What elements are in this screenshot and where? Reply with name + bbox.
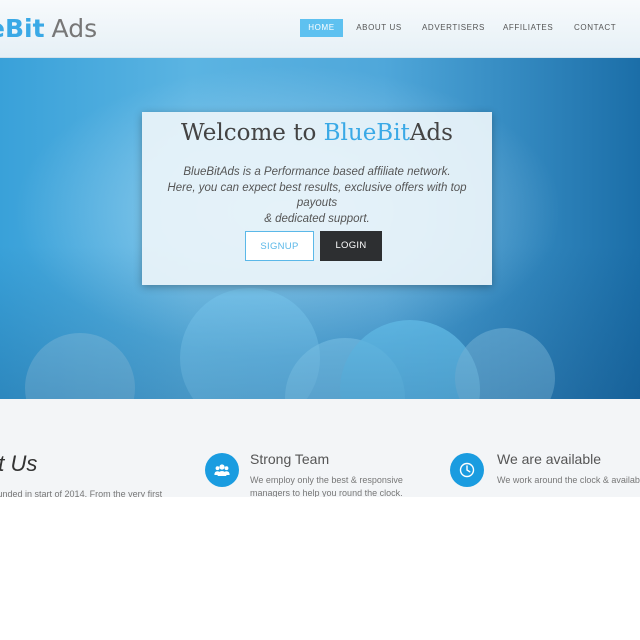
login-button[interactable]: LOGIN	[320, 231, 382, 261]
logo-gray-text: Ads	[51, 14, 98, 43]
nav-about-us[interactable]: ABOUT US	[355, 19, 403, 37]
about-heading: ut Us	[0, 451, 38, 476]
empty-area	[0, 497, 640, 640]
team-icon	[205, 453, 239, 487]
features-section: ut Us founded in start of 2014. From the…	[0, 399, 640, 497]
clock-icon	[450, 453, 484, 487]
welcome-card: Welcome to BlueBitAds BlueBitAds is a Pe…	[142, 112, 492, 285]
feature-text-available: We work around the clock & availab 24x7 …	[497, 475, 640, 485]
welcome-text-line: BlueBitAds is a Performance based affili…	[183, 166, 451, 178]
signup-button[interactable]: SIGNUP	[245, 231, 314, 261]
site-logo[interactable]: eBitAds	[0, 14, 97, 43]
hero-banner: Welcome to BlueBitAds BlueBitAds is a Pe…	[0, 58, 640, 399]
welcome-description: BlueBitAds is a Performance based affili…	[152, 165, 482, 227]
nav-home[interactable]: HOME	[300, 19, 343, 37]
welcome-title-suffix: Ads	[409, 120, 453, 146]
nav-advertisers[interactable]: ADVERTISERS	[422, 19, 484, 37]
welcome-title: Welcome to BlueBitAds	[142, 120, 492, 146]
welcome-title-prefix: Welcome to	[181, 120, 324, 146]
nav-affiliates[interactable]: AFFILIATES	[503, 19, 553, 37]
logo-blue-text: eBit	[0, 14, 45, 43]
about-text: founded in start of 2014. From the very …	[0, 489, 163, 497]
welcome-title-accent: BlueBit	[323, 120, 410, 146]
feature-title-available: We are available	[497, 451, 602, 467]
feature-title-strong-team: Strong Team	[250, 451, 330, 467]
feature-text-strong-team: We employ only the best & responsive man…	[250, 475, 403, 497]
welcome-text-line: & dedicated support.	[264, 212, 370, 225]
nav-contact[interactable]: CONTACT	[574, 19, 616, 37]
site-header: eBitAds HOME ABOUT US ADVERTISERS AFFILI…	[0, 0, 640, 58]
welcome-text-line: Here, you can expect best results, exclu…	[167, 181, 467, 210]
